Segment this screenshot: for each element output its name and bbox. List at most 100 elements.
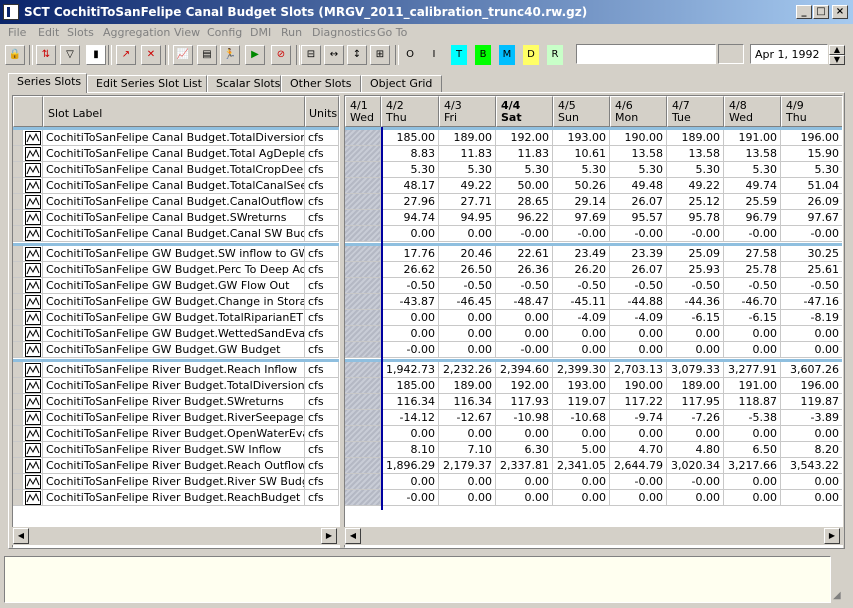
value-cell[interactable]: 193.00: [553, 378, 610, 394]
date-column-header[interactable]: 4/4 Sat: [496, 96, 553, 127]
value-cell[interactable]: 5.30: [496, 162, 553, 178]
open-slot-icon[interactable]: ↗: [116, 45, 136, 65]
value-cell[interactable]: 5.30: [439, 162, 496, 178]
value-cell[interactable]: 11.83: [496, 146, 553, 162]
tab-scalar-slots[interactable]: Scalar Slots: [207, 75, 281, 92]
menu-edit[interactable]: Edit: [38, 26, 59, 39]
menu-file[interactable]: File: [8, 26, 26, 39]
value-cell[interactable]: 0.00: [781, 474, 842, 490]
value-cell[interactable]: 119.07: [553, 394, 610, 410]
value-cell[interactable]: 0.00: [496, 490, 553, 506]
series-slot-icon[interactable]: [23, 246, 43, 262]
row-selector[interactable]: [13, 146, 23, 162]
value-cell[interactable]: 0.00: [724, 326, 781, 342]
value-cell[interactable]: 5.30: [724, 162, 781, 178]
filter-t-button[interactable]: T: [451, 45, 467, 65]
slot-label-cell[interactable]: CochitiToSanFelipe Canal Budget.SWreturn…: [43, 210, 305, 226]
series-slot-icon[interactable]: [23, 210, 43, 226]
value-cell[interactable]: 0.00: [667, 490, 724, 506]
date-down-arrow[interactable]: ▼: [829, 55, 845, 65]
row-selector[interactable]: [13, 194, 23, 210]
row-selector[interactable]: [13, 474, 23, 490]
date-column-header[interactable]: 4/8 Wed: [724, 96, 781, 127]
value-cell[interactable]: 5.30: [781, 162, 842, 178]
row-selector[interactable]: [13, 210, 23, 226]
value-cell[interactable]: 119.87: [781, 394, 842, 410]
row-selector[interactable]: [13, 378, 23, 394]
value-cell[interactable]: 189.00: [439, 378, 496, 394]
value-cell[interactable]: 23.49: [553, 246, 610, 262]
value-cell[interactable]: 8.83: [381, 146, 439, 162]
value-cell[interactable]: -0.50: [381, 278, 439, 294]
value-cell[interactable]: 26.36: [496, 262, 553, 278]
filter-i-button[interactable]: I: [426, 45, 442, 65]
left-horizontal-scrollbar[interactable]: ◀ ▶: [12, 527, 340, 545]
series-slot-icon[interactable]: [23, 310, 43, 326]
value-cell[interactable]: 0.00: [553, 326, 610, 342]
date-up-arrow[interactable]: ▲: [829, 45, 845, 55]
value-cell[interactable]: -12.67: [439, 410, 496, 426]
menu-goto[interactable]: Go To: [377, 26, 407, 39]
slot-label-cell[interactable]: CochitiToSanFelipe River Budget.ReachBud…: [43, 490, 305, 506]
date-column-header[interactable]: 4/5 Sun: [553, 96, 610, 127]
value-cell[interactable]: 0.00: [667, 326, 724, 342]
slot-label-cell[interactable]: CochitiToSanFelipe Canal Budget.CanalOut…: [43, 194, 305, 210]
value-cell[interactable]: 13.58: [724, 146, 781, 162]
value-cell[interactable]: 191.00: [724, 378, 781, 394]
value-cell[interactable]: 3,079.33: [667, 362, 724, 378]
value-cell[interactable]: 0.00: [610, 426, 667, 442]
row-selector[interactable]: [13, 410, 23, 426]
value-cell[interactable]: 116.34: [381, 394, 439, 410]
value-cell[interactable]: 17.76: [381, 246, 439, 262]
value-cell[interactable]: 2,232.26: [439, 362, 496, 378]
value-cell[interactable]: 13.58: [610, 146, 667, 162]
value-cell[interactable]: 0.00: [381, 426, 439, 442]
value-cell[interactable]: -0.50: [610, 278, 667, 294]
value-cell[interactable]: 28.65: [496, 194, 553, 210]
value-cell[interactable]: -6.15: [724, 310, 781, 326]
series-slot-icon[interactable]: [23, 178, 43, 194]
value-cell[interactable]: 22.61: [496, 246, 553, 262]
series-slot-icon[interactable]: [23, 278, 43, 294]
value-cell[interactable]: 0.00: [724, 474, 781, 490]
value-cell[interactable]: 2,337.81: [496, 458, 553, 474]
date-column-header[interactable]: 4/9 Thu: [781, 96, 842, 127]
value-cell[interactable]: 117.22: [610, 394, 667, 410]
series-slot-icon[interactable]: [23, 130, 43, 146]
slot-label-cell[interactable]: CochitiToSanFelipe GW Budget.WettedSandE…: [43, 326, 305, 342]
slot-label-cell[interactable]: CochitiToSanFelipe GW Budget.Perc To Dee…: [43, 262, 305, 278]
value-cell[interactable]: 20.46: [439, 246, 496, 262]
fit-width-icon[interactable]: ↔: [324, 45, 344, 65]
value-cell[interactable]: 15.90: [781, 146, 842, 162]
slot-label-cell[interactable]: CochitiToSanFelipe GW Budget.SW inflow t…: [43, 246, 305, 262]
value-cell[interactable]: 25.12: [667, 194, 724, 210]
resize-grip-icon[interactable]: ◢: [833, 590, 849, 604]
value-cell[interactable]: 0.00: [439, 490, 496, 506]
value-cell[interactable]: 27.71: [439, 194, 496, 210]
value-cell[interactable]: 8.10: [381, 442, 439, 458]
value-cell[interactable]: 30.25: [781, 246, 842, 262]
slot-label-cell[interactable]: CochitiToSanFelipe River Budget.Reach In…: [43, 362, 305, 378]
value-cell[interactable]: 25.78: [724, 262, 781, 278]
value-cell[interactable]: 0.00: [667, 426, 724, 442]
stop-icon[interactable]: ⊘: [271, 45, 291, 65]
value-cell[interactable]: 0.00: [781, 342, 842, 358]
value-cell[interactable]: 49.48: [610, 178, 667, 194]
value-cell[interactable]: 25.93: [667, 262, 724, 278]
value-cell[interactable]: 3,277.91: [724, 362, 781, 378]
value-cell[interactable]: 192.00: [496, 130, 553, 146]
menu-run[interactable]: Run: [281, 26, 302, 39]
table-icon[interactable]: ▤: [197, 45, 217, 65]
value-cell[interactable]: -0.50: [496, 278, 553, 294]
row-selector[interactable]: [13, 246, 23, 262]
plot-icon[interactable]: 📈: [173, 45, 193, 65]
value-cell[interactable]: -0.00: [667, 226, 724, 242]
value-cell[interactable]: -6.15: [667, 310, 724, 326]
value-cell[interactable]: 3,217.66: [724, 458, 781, 474]
value-cell[interactable]: -5.38: [724, 410, 781, 426]
value-cell[interactable]: -43.87: [381, 294, 439, 310]
value-cell[interactable]: 0.00: [610, 490, 667, 506]
menu-slots[interactable]: Slots: [67, 26, 94, 39]
series-slot-icon[interactable]: [23, 194, 43, 210]
tab-object-grid[interactable]: Object Grid: [361, 75, 442, 92]
